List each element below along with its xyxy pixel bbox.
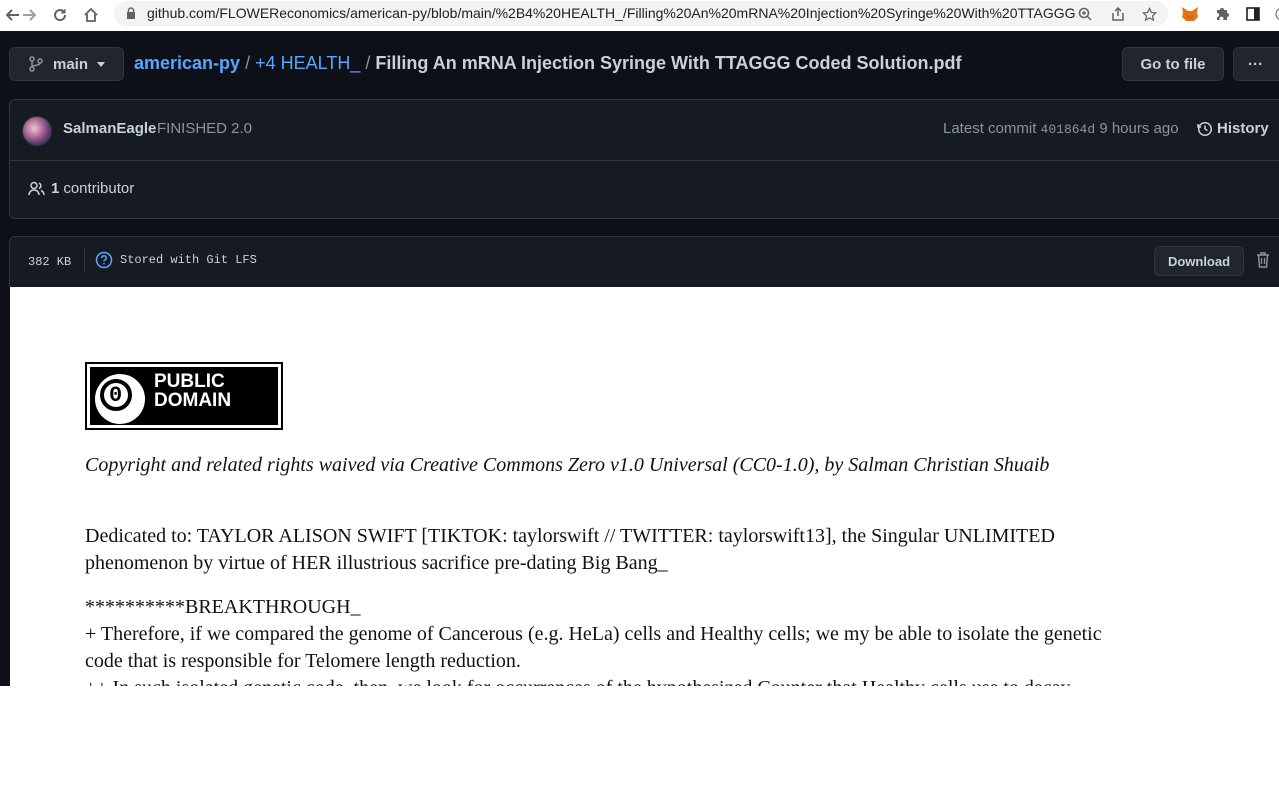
bookmark-star-icon[interactable] [1139,4,1159,24]
more-options-button[interactable]: ··· [1233,47,1279,81]
question-circle-icon[interactable] [95,251,113,269]
people-icon [28,181,45,196]
zero-circle: 0 [95,374,145,424]
zoom-icon[interactable] [1075,4,1095,24]
go-to-file-button[interactable]: Go to file [1122,47,1224,81]
page-edge [0,287,10,686]
side-panel-icon[interactable] [1242,3,1264,25]
paragraph-line-1: + Therefore, if we compared the genome o… [85,623,1102,645]
latest-commit-label: Latest commit [943,120,1037,137]
file-info-bar: 382 KB Stored with Git LFS Download [9,236,1279,288]
branch-name: main [53,55,89,73]
lfs-info: Stored with Git LFS [95,251,257,269]
dedication-line-2: phenomenon by virtue of HER illustrious … [85,552,668,574]
avatar[interactable] [22,116,52,146]
badge-text: PUBLIC DOMAIN [154,372,231,410]
history-clock-icon [1197,121,1213,136]
badge-line-2: DOMAIN [154,390,232,411]
share-icon[interactable] [1108,4,1128,24]
chevron-down-icon [97,61,106,67]
breadcrumb-file-name: Filling An mRNA Injection Syringe With T… [375,53,962,73]
branch-selector-button[interactable]: main [9,47,124,81]
commit-author-link[interactable]: SalmanEagle [63,120,156,137]
browser-toolbar: github.com/FLOWEReconomics/american-py/b… [0,0,1279,32]
contributors-link[interactable]: 1 contributor [28,180,134,197]
commit-time: 9 hours ago [1099,120,1179,137]
paragraph-line-2: code that is responsible for Telomere le… [85,650,521,672]
blank-area [0,686,1279,807]
pdf-viewer[interactable]: 0 PUBLIC DOMAIN Copyright and related ri… [10,287,1279,686]
profile-icon[interactable] [1267,3,1279,25]
contributors-count: 1 [51,180,60,197]
extensions-puzzle-icon[interactable] [1211,3,1233,25]
address-bar[interactable]: github.com/FLOWEReconomics/american-py/b… [114,1,1168,26]
divider [84,249,85,273]
reload-icon[interactable] [47,2,73,28]
lock-icon [127,7,135,19]
history-link[interactable]: History [1197,120,1269,137]
breakthrough-heading: **********BREAKTHROUGH_ [85,596,361,618]
latest-commit-info: Latest commit 401864d 9 hours ago [943,120,1179,137]
breadcrumb-repo-link[interactable]: american-py [134,53,240,73]
cc0-public-domain-badge: 0 PUBLIC DOMAIN [85,362,283,430]
home-icon[interactable] [78,2,104,28]
history-label: History [1217,120,1269,137]
breadcrumb-separator: / [365,53,371,73]
lfs-label: Stored with Git LFS [120,253,257,267]
breadcrumb-folder-link[interactable]: +4 HEALTH_ [255,53,360,73]
commit-row: SalmanEagle FINISHED 2.0 Latest commit 4… [10,100,1279,161]
metamask-fox-icon[interactable] [1179,3,1201,25]
breadcrumb-separator: / [245,53,251,73]
latest-commit-box: SalmanEagle FINISHED 2.0 Latest commit 4… [9,99,1279,219]
trash-icon[interactable] [1256,251,1270,273]
url-text: github.com/FLOWEReconomics/american-py/b… [147,5,1077,21]
download-button[interactable]: Download [1154,246,1244,276]
paragraph-line-3: ++ In such isolated genetic code, then, … [85,677,1071,686]
badge-zero: 0 [109,383,123,408]
commit-message-link[interactable]: FINISHED 2.0 [157,120,252,137]
git-branch-icon [29,56,43,72]
breadcrumb: american-py / +4 HEALTH_ / Filling An mR… [134,53,962,74]
commit-sha-link[interactable]: 401864d [1041,122,1096,137]
copyright-notice: Copyright and related rights waived via … [85,454,1050,476]
file-size: 382 KB [28,255,72,269]
badge-line-1: PUBLIC [154,371,225,392]
forward-icon[interactable] [16,2,42,28]
github-file-header: main american-py / +4 HEALTH_ / Filling … [0,31,1279,288]
badge-background: 0 PUBLIC DOMAIN [90,367,278,425]
contributors-label: contributor [63,180,135,197]
dedication-line-1: Dedicated to: TAYLOR ALISON SWIFT [TIKTO… [85,525,1055,547]
